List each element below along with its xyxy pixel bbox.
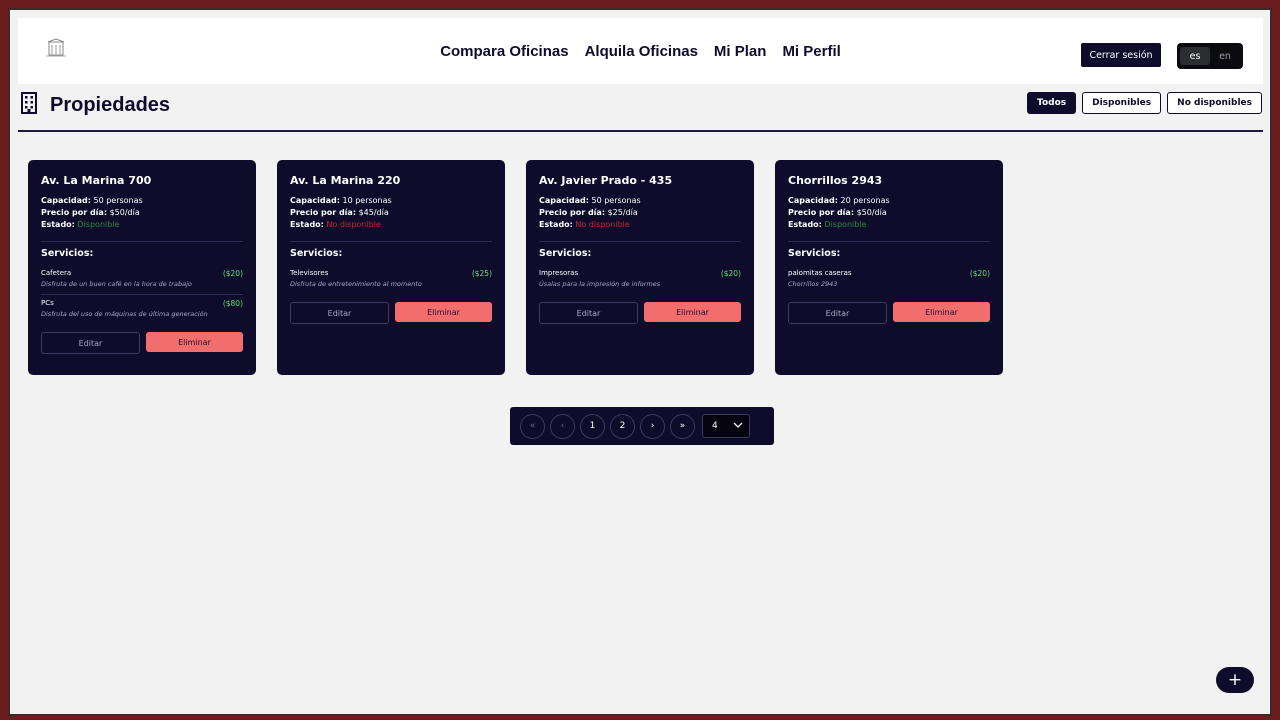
property-capacity: Capacidad: 50 personas — [539, 196, 641, 205]
services-heading: Servicios: — [788, 248, 841, 259]
divider — [18, 130, 1263, 132]
edit-button[interactable]: Editar — [41, 332, 140, 354]
page-size-select[interactable]: 4 — [702, 414, 750, 438]
plus-icon: + — [1227, 670, 1243, 690]
add-property-button[interactable]: + — [1216, 667, 1254, 693]
property-card: Chorrillos 2943 Capacidad: 20 personas P… — [775, 160, 1003, 375]
services-heading: Servicios: — [539, 248, 592, 259]
language-toggle[interactable]: es en — [1177, 43, 1243, 69]
property-status: Estado: No disponible — [539, 220, 630, 229]
service-price: ($20) — [969, 269, 990, 278]
pagination: « ‹ 1 2 › » 4 — [510, 407, 774, 445]
page-header: Propiedades — [20, 92, 170, 118]
property-capacity: Capacidad: 50 personas — [41, 196, 143, 205]
service-description: Disfruta de un buen café en la hora de t… — [41, 280, 192, 288]
nav-compara-oficinas[interactable]: Compara Oficinas — [440, 43, 568, 60]
page-1-button[interactable]: 1 — [580, 413, 605, 439]
property-title: Chorrillos 2943 — [788, 174, 883, 187]
status-filters: Todos Disponibles No disponibles — [1027, 92, 1262, 114]
property-title: Av. La Marina 700 — [41, 174, 152, 187]
property-card: Av. La Marina 700 Capacidad: 50 personas… — [28, 160, 256, 375]
status-badge: No disponible — [575, 220, 630, 229]
nav-mi-perfil[interactable]: Mi Perfil — [782, 43, 840, 60]
logout-button[interactable]: Cerrar sesión — [1081, 43, 1161, 67]
status-badge: Disponible — [824, 220, 867, 229]
next-page-button[interactable]: › — [640, 413, 665, 439]
property-price: Precio por día: $25/día — [539, 208, 638, 217]
property-capacity: Capacidad: 20 personas — [788, 196, 890, 205]
property-title: Av. Javier Prado - 435 — [539, 174, 673, 187]
service-name: Televisores — [290, 269, 329, 277]
last-page-button[interactable]: » — [670, 413, 695, 439]
service-name: Cafetera — [41, 269, 72, 277]
card-divider — [539, 241, 741, 242]
services-heading: Servicios: — [41, 248, 94, 259]
delete-button[interactable]: Eliminar — [146, 332, 243, 352]
edit-button[interactable]: Editar — [290, 302, 389, 324]
service-description: Chorrillos 2943 — [788, 280, 838, 288]
service-price: ($20) — [222, 269, 243, 278]
service-description: Disfruta de entretenimiento al momento — [290, 280, 422, 288]
card-actions: Editar Eliminar — [290, 302, 492, 324]
property-card: Av. Javier Prado - 435 Capacidad: 50 per… — [526, 160, 754, 375]
service-description: Úsalas para la impresión de informes — [539, 280, 661, 288]
page-2-button[interactable]: 2 — [610, 413, 635, 439]
status-badge: No disponible — [326, 220, 381, 229]
service-item: PCs Disfruta del uso de máquinas de últi… — [41, 294, 243, 318]
nav-alquila-oficinas[interactable]: Alquila Oficinas — [585, 43, 698, 60]
card-actions: Editar Eliminar — [41, 332, 243, 354]
page-size-value: 4 — [712, 421, 718, 431]
delete-button[interactable]: Eliminar — [893, 302, 990, 322]
navbar: Compara Oficinas Alquila Oficinas Mi Pla… — [18, 18, 1263, 84]
nav-mi-plan[interactable]: Mi Plan — [714, 43, 767, 60]
card-actions: Editar Eliminar — [788, 302, 990, 324]
property-status: Estado: No disponible — [290, 220, 381, 229]
service-item: palomitas caseras Chorrillos 2943 ($20) — [788, 269, 990, 288]
app-frame: Compara Oficinas Alquila Oficinas Mi Pla… — [8, 8, 1272, 716]
lang-en[interactable]: en — [1210, 47, 1240, 65]
first-page-button[interactable]: « — [520, 413, 545, 439]
building-icon — [20, 92, 38, 118]
property-price: Precio por día: $50/día — [41, 208, 140, 217]
card-divider — [290, 241, 492, 242]
card-actions: Editar Eliminar — [539, 302, 741, 324]
service-price: ($80) — [222, 299, 243, 308]
service-name: palomitas caseras — [788, 269, 852, 277]
property-price: Precio por día: $50/día — [788, 208, 887, 217]
property-status: Estado: Disponible — [41, 220, 120, 229]
delete-button[interactable]: Eliminar — [644, 302, 741, 322]
chevron-down-icon — [733, 421, 743, 431]
edit-button[interactable]: Editar — [788, 302, 887, 324]
property-card: Av. La Marina 220 Capacidad: 10 personas… — [277, 160, 505, 375]
filter-disponibles[interactable]: Disponibles — [1082, 92, 1162, 114]
services-heading: Servicios: — [290, 248, 343, 259]
property-title: Av. La Marina 220 — [290, 174, 401, 187]
status-badge: Disponible — [77, 220, 120, 229]
main-nav: Compara Oficinas Alquila Oficinas Mi Pla… — [18, 18, 1263, 84]
building-logo-icon[interactable] — [44, 38, 68, 58]
property-price: Precio por día: $45/día — [290, 208, 389, 217]
page-title: Propiedades — [50, 93, 171, 116]
lang-es[interactable]: es — [1180, 47, 1210, 65]
service-name: Impresoras — [539, 269, 579, 277]
property-status: Estado: Disponible — [788, 220, 867, 229]
service-name: PCs — [41, 299, 54, 307]
service-description: Disfruta del uso de máquinas de última g… — [41, 310, 208, 318]
edit-button[interactable]: Editar — [539, 302, 638, 324]
service-price: ($25) — [471, 269, 492, 278]
property-capacity: Capacidad: 10 personas — [290, 196, 392, 205]
service-item: Impresoras Úsalas para la impresión de i… — [539, 269, 741, 288]
filter-no-disponibles[interactable]: No disponibles — [1167, 92, 1262, 114]
service-item: Cafetera Disfruta de un buen café en la … — [41, 269, 243, 288]
service-item: Televisores Disfruta de entretenimiento … — [290, 269, 492, 288]
card-divider — [788, 241, 990, 242]
filter-todos[interactable]: Todos — [1027, 92, 1077, 114]
delete-button[interactable]: Eliminar — [395, 302, 492, 322]
card-divider — [41, 241, 243, 242]
service-price: ($20) — [720, 269, 741, 278]
prev-page-button[interactable]: ‹ — [550, 413, 575, 439]
